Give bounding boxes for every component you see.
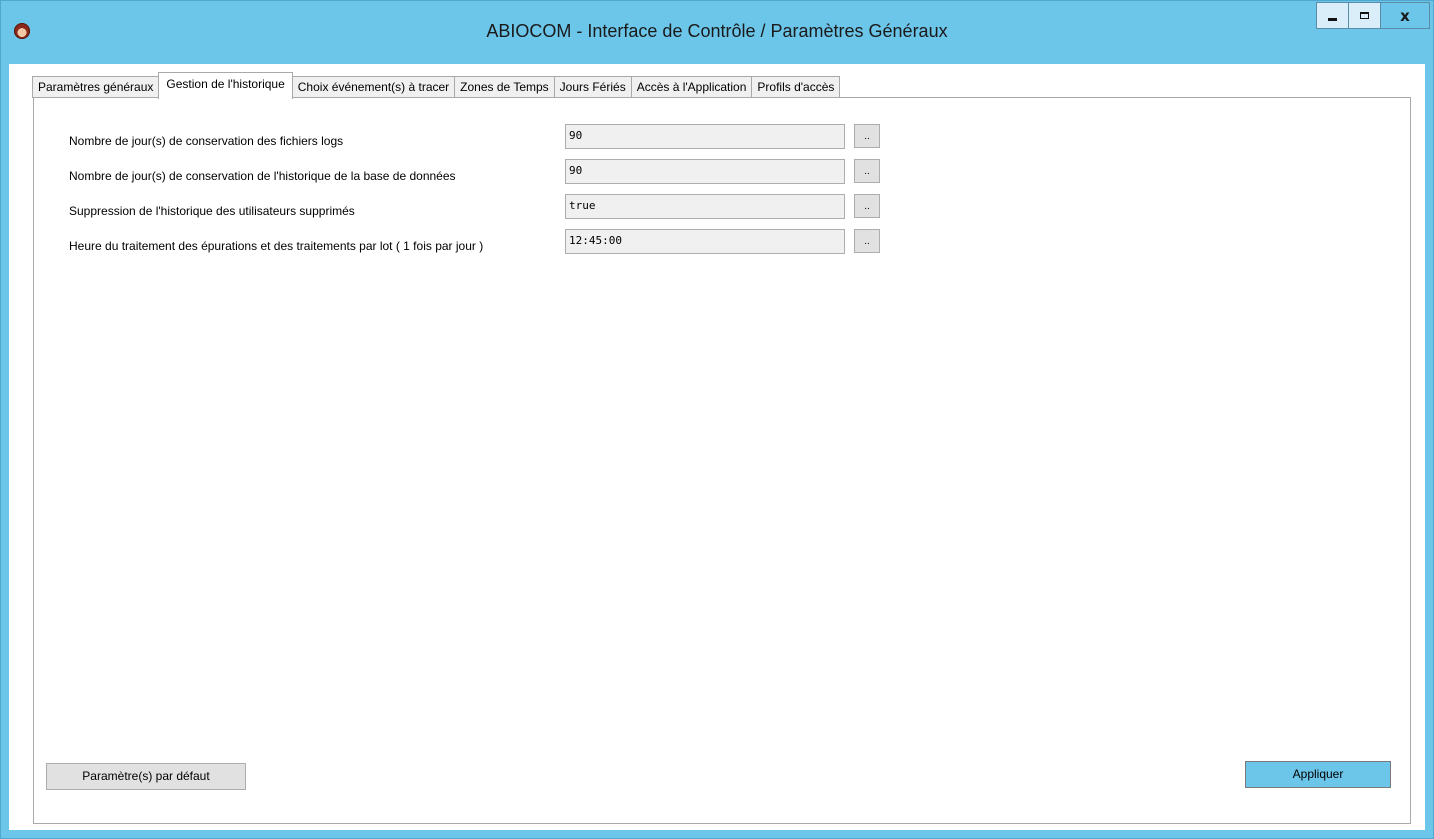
close-icon: x: [1400, 6, 1410, 25]
delete-user-history-label: Suppression de l'historique des utilisat…: [69, 204, 355, 218]
window-title: ABIOCOM - Interface de Contrôle / Paramè…: [486, 21, 948, 41]
db-history-retention-edit-button[interactable]: ..: [854, 159, 880, 183]
window-controls: x: [1316, 2, 1430, 30]
log-retention-label: Nombre de jour(s) de conservation des fi…: [69, 134, 344, 148]
close-button[interactable]: x: [1380, 2, 1430, 29]
log-retention-field[interactable]: 90: [565, 124, 845, 149]
db-history-retention-label: Nombre de jour(s) de conservation de l'h…: [69, 169, 456, 183]
maximize-button[interactable]: [1348, 2, 1381, 29]
client-area: Paramètres généraux Gestion de l'histori…: [9, 64, 1425, 830]
tab-parametres-generaux[interactable]: Paramètres généraux: [32, 76, 160, 98]
tab-gestion-historique[interactable]: Gestion de l'historique: [158, 72, 293, 99]
delete-user-history-edit-button[interactable]: ..: [854, 194, 880, 218]
maximize-icon: [1360, 12, 1369, 19]
tab-acces-application[interactable]: Accès à l'Application: [630, 76, 753, 98]
apply-button[interactable]: Appliquer: [1245, 761, 1391, 788]
tab-strip: Paramètres généraux Gestion de l'histori…: [32, 72, 841, 99]
history-settings-panel: Nombre de jour(s) de conservation des fi…: [33, 97, 1411, 824]
tab-jours-feries[interactable]: Jours Fériés: [553, 76, 632, 98]
tab-choix-evenements[interactable]: Choix événement(s) à tracer: [291, 76, 456, 98]
batch-time-label: Heure du traitement des épurations et de…: [69, 239, 484, 253]
title-bar[interactable]: ABIOCOM - Interface de Contrôle / Paramè…: [1, 1, 1433, 64]
delete-user-history-field[interactable]: true: [565, 194, 845, 219]
default-settings-button[interactable]: Paramètre(s) par défaut: [46, 763, 246, 790]
minimize-button[interactable]: [1316, 2, 1349, 29]
log-retention-edit-button[interactable]: ..: [854, 124, 880, 148]
batch-time-field[interactable]: 12:45:00: [565, 229, 845, 254]
tab-zones-de-temps[interactable]: Zones de Temps: [454, 76, 555, 98]
db-history-retention-field[interactable]: 90: [565, 159, 845, 184]
minimize-icon: [1328, 18, 1337, 21]
app-window: ABIOCOM - Interface de Contrôle / Paramè…: [0, 0, 1434, 839]
tab-profils-acces[interactable]: Profils d'accès: [751, 76, 841, 98]
batch-time-edit-button[interactable]: ..: [854, 229, 880, 253]
